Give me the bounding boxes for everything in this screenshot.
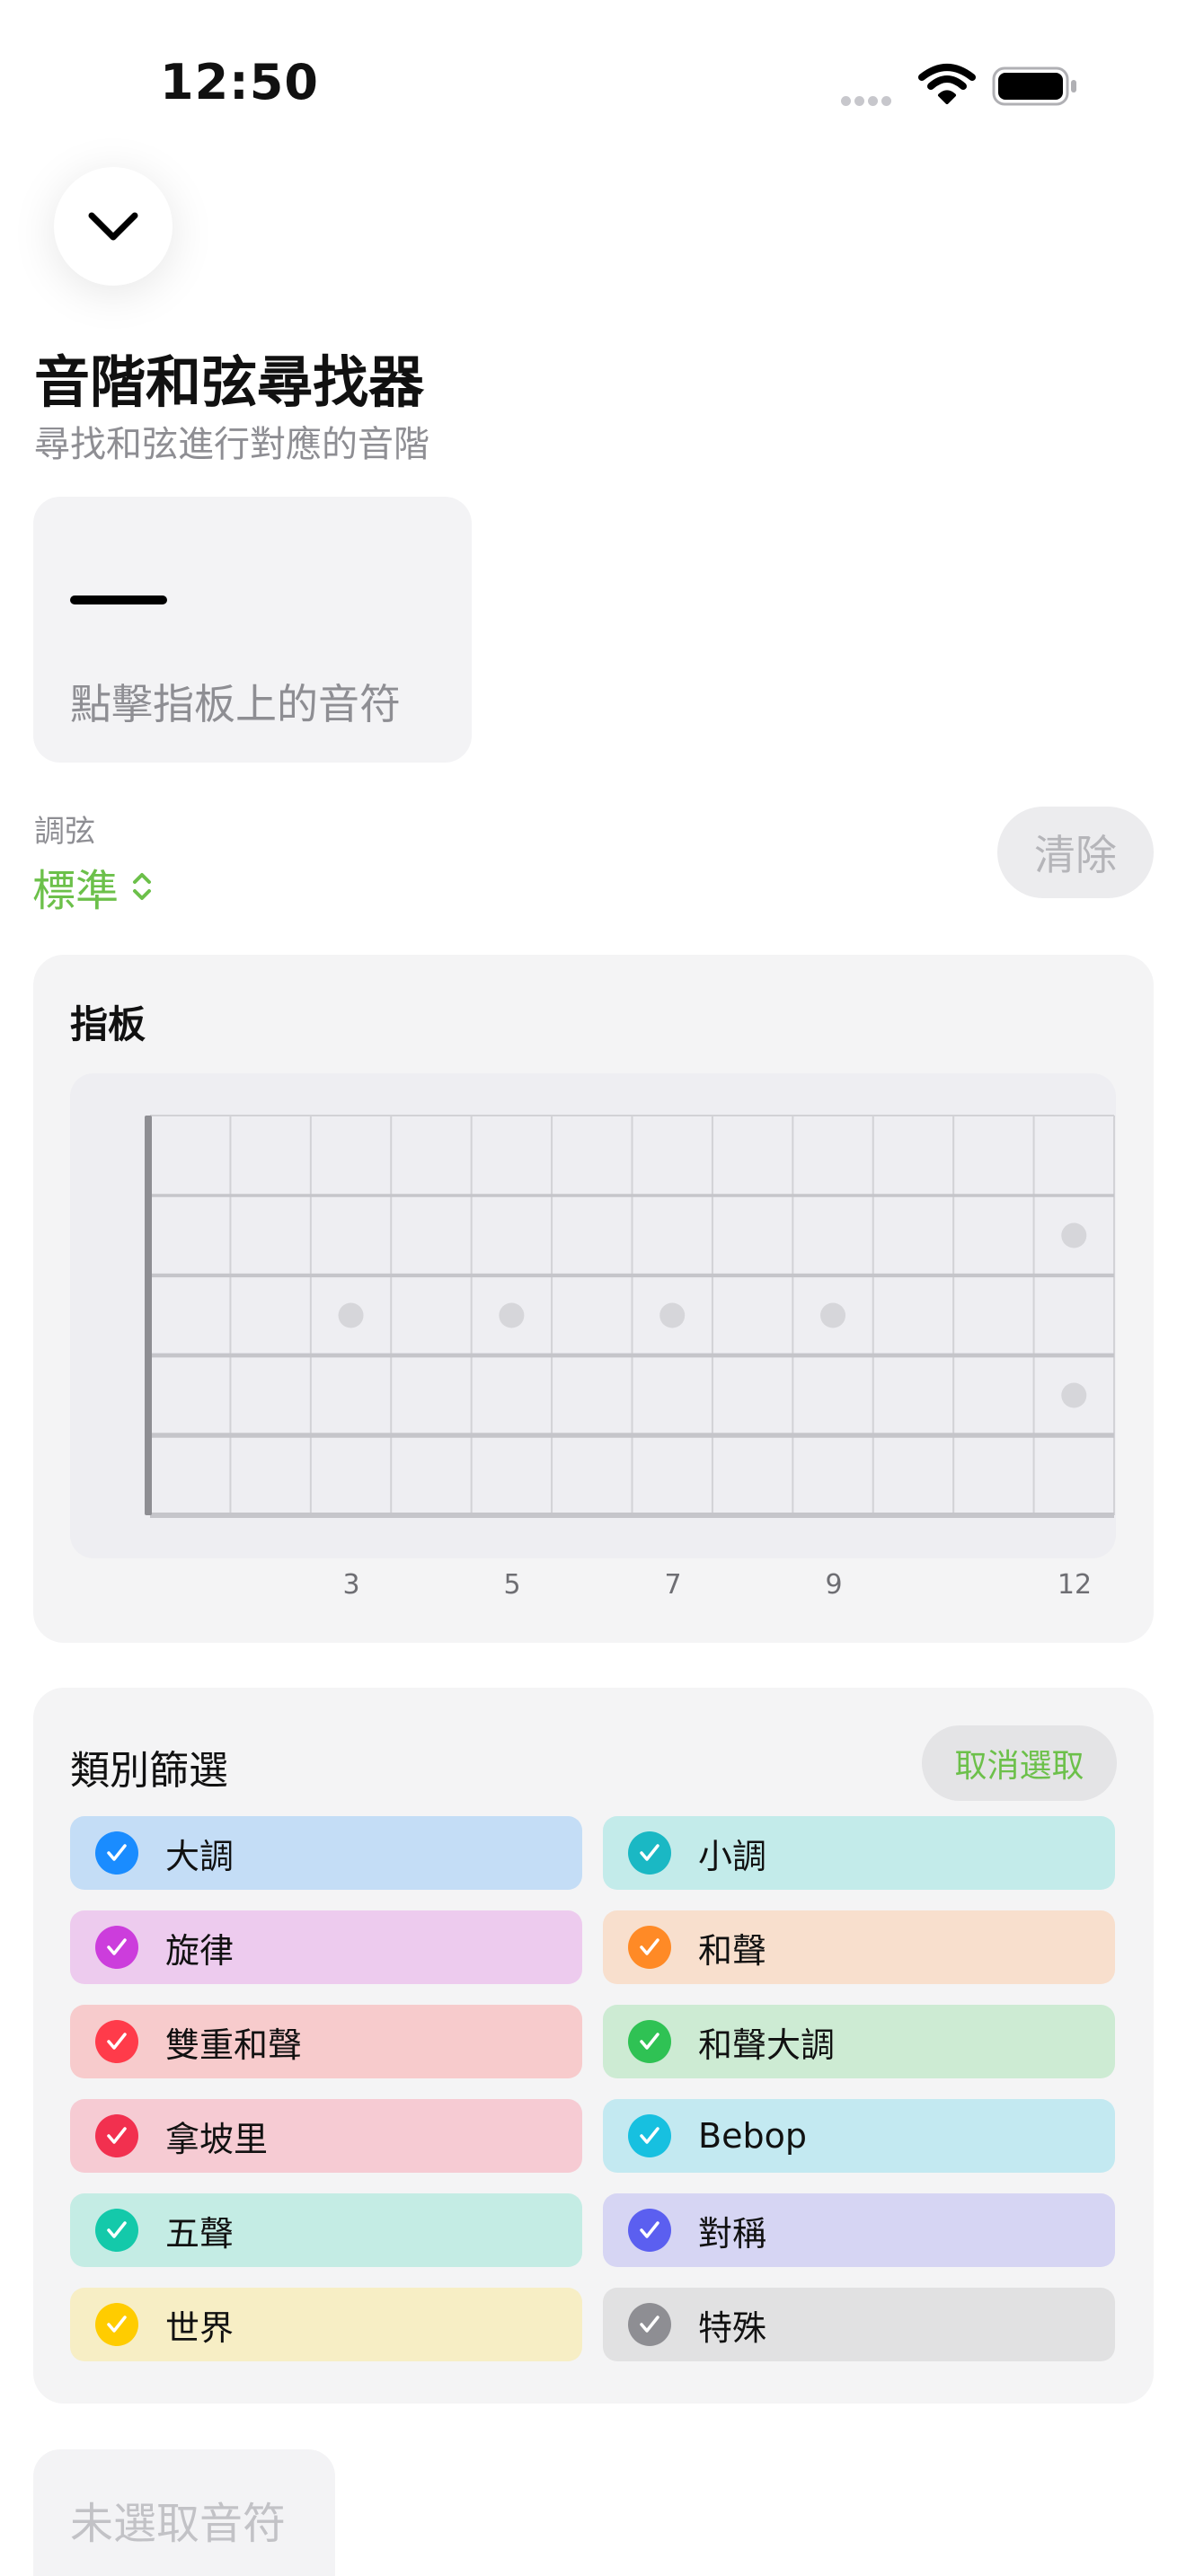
category-chip-label: 和聲 bbox=[698, 1930, 767, 1971]
category-chip[interactable]: Bebop bbox=[603, 2099, 1115, 2173]
category-chip[interactable]: 世界 bbox=[70, 2288, 582, 2361]
fretboard-nut bbox=[145, 1116, 152, 1515]
checkmark-icon bbox=[628, 2303, 671, 2346]
category-chip[interactable]: 雙重和聲 bbox=[70, 2005, 582, 2078]
category-chip[interactable]: 特殊 bbox=[603, 2288, 1115, 2361]
fret-inlay-dot bbox=[1061, 1222, 1087, 1248]
category-chip-label: 大調 bbox=[165, 1836, 235, 1876]
category-chip-label: 和聲大調 bbox=[698, 2025, 836, 2065]
checkmark-icon bbox=[95, 1831, 138, 1875]
category-chip[interactable]: 和聲大調 bbox=[603, 2005, 1115, 2078]
fret-marker-label: 12 bbox=[1057, 1569, 1093, 1601]
fret-inlay-dot bbox=[1061, 1382, 1087, 1408]
category-chip[interactable]: 和聲 bbox=[603, 1910, 1115, 1984]
category-chip-label: 拿坡里 bbox=[165, 2119, 269, 2159]
category-chip-label: 特殊 bbox=[698, 2307, 767, 2348]
category-chip-label: 五聲 bbox=[165, 2213, 235, 2254]
category-chip[interactable]: 大調 bbox=[70, 1816, 582, 1890]
category-chip-label: Bebop bbox=[698, 2116, 807, 2156]
checkmark-icon bbox=[95, 1926, 138, 1969]
fret-inlay-dot bbox=[820, 1302, 846, 1328]
checkmark-icon bbox=[95, 2303, 138, 2346]
checkmark-icon bbox=[628, 2020, 671, 2063]
checkmark-icon bbox=[628, 1926, 671, 1969]
fret-marker-label: 9 bbox=[825, 1569, 843, 1601]
category-filter-title: 類別篩選 bbox=[70, 1748, 228, 1794]
fretboard[interactable] bbox=[0, 0, 1186, 1617]
fret-inlay-dot bbox=[338, 1302, 364, 1328]
checkmark-icon bbox=[628, 1831, 671, 1875]
checkmark-icon bbox=[628, 2209, 671, 2252]
category-chip[interactable]: 小調 bbox=[603, 1816, 1115, 1890]
category-chip-label: 對稱 bbox=[698, 2213, 767, 2254]
checkmark-icon bbox=[628, 2114, 671, 2157]
fret-inlay-dot bbox=[499, 1302, 525, 1328]
checkmark-icon bbox=[95, 2209, 138, 2252]
category-chip-label: 世界 bbox=[165, 2307, 235, 2348]
checkmark-icon bbox=[95, 2114, 138, 2157]
category-chip[interactable]: 旋律 bbox=[70, 1910, 582, 1984]
category-chip-label: 小調 bbox=[698, 1836, 767, 1876]
category-chip[interactable]: 五聲 bbox=[70, 2193, 582, 2267]
checkmark-icon bbox=[95, 2020, 138, 2063]
category-chip-label: 雙重和聲 bbox=[165, 2025, 303, 2065]
fret-marker-label: 3 bbox=[342, 1569, 360, 1601]
category-chip-label: 旋律 bbox=[165, 1930, 235, 1971]
fret-inlay-dot bbox=[659, 1302, 686, 1328]
fret-marker-label: 5 bbox=[503, 1569, 521, 1601]
fret-marker-label: 7 bbox=[664, 1569, 682, 1601]
deselect-all-button[interactable]: 取消選取 bbox=[922, 1725, 1117, 1801]
category-chip[interactable]: 對稱 bbox=[603, 2193, 1115, 2267]
category-chip[interactable]: 拿坡里 bbox=[70, 2099, 582, 2173]
no-notes-label: 未選取音符 bbox=[70, 2499, 287, 2549]
no-notes-selected-panel: 未選取音符 bbox=[33, 2449, 335, 2576]
